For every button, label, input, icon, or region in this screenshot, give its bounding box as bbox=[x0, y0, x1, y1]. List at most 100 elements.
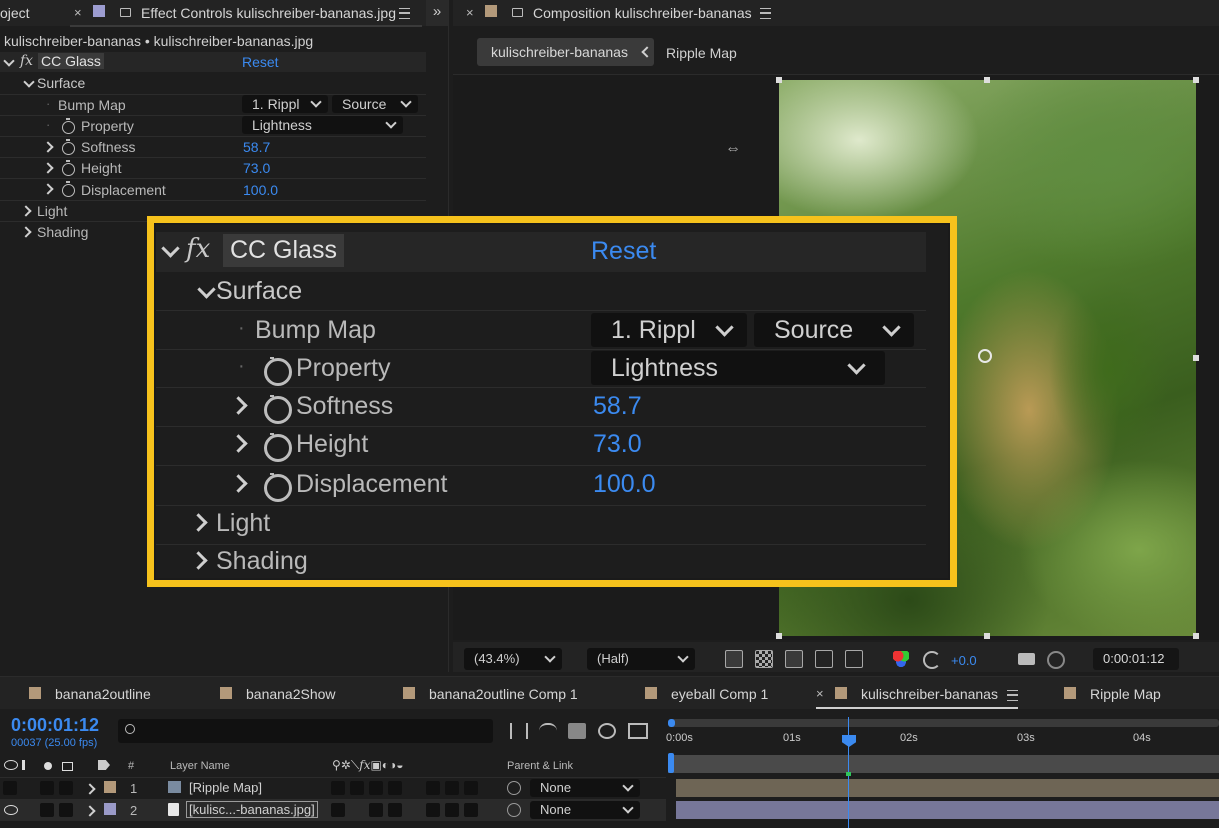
surface-chevron-icon[interactable] bbox=[23, 76, 35, 88]
switch-cell[interactable] bbox=[388, 781, 402, 795]
tab-banana2outline[interactable]: banana2outline bbox=[55, 686, 151, 702]
close-icon[interactable]: × bbox=[816, 686, 824, 701]
layer-name[interactable]: [kulisc...-bananas.jpg] bbox=[186, 801, 318, 818]
switch-cell[interactable] bbox=[331, 803, 345, 817]
lock-toggle[interactable] bbox=[59, 781, 73, 795]
zoom-dropdown[interactable]: (43.4%) bbox=[464, 648, 562, 670]
comp-timecode[interactable]: 0:00:01:12 bbox=[1093, 648, 1179, 670]
close-icon[interactable]: × bbox=[466, 5, 474, 20]
stopwatch-icon[interactable] bbox=[264, 473, 292, 502]
label-color[interactable] bbox=[104, 781, 116, 793]
comp-flowchart-icon[interactable] bbox=[510, 723, 528, 739]
lock-icon[interactable] bbox=[120, 8, 131, 17]
switch-cell[interactable] bbox=[445, 781, 459, 795]
reset-link[interactable]: Reset bbox=[591, 237, 656, 266]
fast-previews-icon[interactable] bbox=[725, 650, 743, 668]
eye-icon[interactable] bbox=[4, 805, 18, 815]
time-navigator[interactable] bbox=[670, 719, 1219, 727]
show-snapshot-icon[interactable] bbox=[1047, 651, 1065, 669]
reset-exposure-icon[interactable] bbox=[923, 651, 941, 669]
bump-map-source-dropdown[interactable]: Source bbox=[332, 95, 418, 113]
shading-label[interactable]: Shading bbox=[216, 547, 308, 576]
work-area-start[interactable] bbox=[668, 719, 675, 727]
stopwatch-icon[interactable] bbox=[62, 118, 75, 134]
parent-dropdown[interactable]: None bbox=[530, 779, 640, 797]
stopwatch-icon[interactable] bbox=[62, 160, 75, 176]
timeline-timecode[interactable]: 0:00:01:12 bbox=[11, 715, 99, 736]
transform-handle[interactable] bbox=[1193, 77, 1199, 83]
transform-handle[interactable] bbox=[984, 77, 990, 83]
stopwatch-icon[interactable] bbox=[264, 357, 292, 386]
chevron-right-icon[interactable] bbox=[42, 183, 54, 195]
transform-handle[interactable] bbox=[776, 633, 782, 639]
softness-value[interactable]: 58.7 bbox=[243, 139, 270, 155]
transparency-grid-icon[interactable] bbox=[755, 650, 773, 668]
crumb-ripple-map[interactable]: Ripple Map bbox=[666, 45, 737, 61]
property-dropdown[interactable]: Lightness bbox=[242, 116, 403, 134]
switch-cell[interactable] bbox=[426, 781, 440, 795]
light-label[interactable]: Light bbox=[216, 509, 270, 538]
switch-cell[interactable] bbox=[388, 803, 402, 817]
switch-cell[interactable] bbox=[331, 781, 345, 795]
frame-blending-icon[interactable] bbox=[568, 723, 586, 739]
height-value[interactable]: 73.0 bbox=[243, 160, 270, 176]
tab-banana2outline-comp-1[interactable]: banana2outline Comp 1 bbox=[429, 686, 578, 702]
pickwhip-icon[interactable] bbox=[507, 803, 521, 817]
crumb-active[interactable]: kulischreiber-bananas bbox=[477, 38, 654, 66]
displacement-value[interactable]: 100.0 bbox=[243, 182, 278, 198]
close-icon[interactable]: × bbox=[74, 5, 82, 20]
graph-editor-icon[interactable] bbox=[628, 723, 648, 739]
transform-handle[interactable] bbox=[776, 77, 782, 83]
transform-handle[interactable] bbox=[1193, 355, 1199, 361]
chevron-right-icon[interactable] bbox=[20, 226, 32, 238]
region-of-interest-icon[interactable] bbox=[815, 650, 833, 668]
reset-link[interactable]: Reset bbox=[242, 54, 279, 70]
parent-dropdown[interactable]: None bbox=[530, 801, 640, 819]
bump-map-source-dropdown[interactable]: Source bbox=[754, 313, 914, 347]
lock-icon[interactable] bbox=[512, 8, 523, 17]
stopwatch-icon[interactable] bbox=[62, 181, 75, 197]
fx-icon[interactable]: fx bbox=[186, 234, 210, 264]
anchor-point-icon[interactable] bbox=[978, 349, 992, 363]
resize-arrows-icon[interactable]: ⇔ bbox=[725, 140, 741, 158]
stopwatch-icon[interactable] bbox=[62, 139, 75, 155]
solo-toggle[interactable] bbox=[40, 803, 54, 817]
tab-banana2show[interactable]: banana2Show bbox=[246, 686, 336, 702]
tab-effect-controls[interactable]: Effect Controls kulischreiber-bananas.jp… bbox=[141, 5, 396, 21]
tab-overflow-button[interactable]: » bbox=[426, 0, 448, 26]
shy-icon[interactable] bbox=[539, 723, 557, 739]
stopwatch-icon[interactable] bbox=[264, 433, 292, 462]
light-label[interactable]: Light bbox=[37, 203, 67, 219]
switch-cell[interactable] bbox=[350, 781, 364, 795]
switch-cell[interactable] bbox=[369, 803, 383, 817]
work-area-handle[interactable] bbox=[668, 753, 674, 773]
tab-kulischreiber-bananas[interactable]: kulischreiber-bananas bbox=[861, 686, 998, 702]
height-value[interactable]: 73.0 bbox=[593, 430, 642, 459]
layer-track-bar[interactable] bbox=[676, 801, 1219, 819]
switch-cell[interactable] bbox=[464, 803, 478, 817]
transform-handle[interactable] bbox=[1193, 633, 1199, 639]
stopwatch-icon[interactable] bbox=[264, 395, 292, 424]
effect-name[interactable]: CC Glass bbox=[38, 53, 104, 69]
exposure-value[interactable]: +0.0 bbox=[951, 653, 977, 668]
tab-project[interactable]: oject bbox=[0, 5, 30, 21]
switch-cell[interactable] bbox=[445, 803, 459, 817]
hamburger-icon[interactable] bbox=[1007, 690, 1018, 701]
resolution-dropdown[interactable]: (Half) bbox=[587, 648, 695, 670]
solo-toggle[interactable] bbox=[40, 781, 54, 795]
tab-composition[interactable]: Composition kulischreiber-bananas bbox=[533, 5, 752, 21]
switch-cell[interactable] bbox=[464, 781, 478, 795]
transform-handle[interactable] bbox=[984, 633, 990, 639]
chevron-right-icon[interactable] bbox=[20, 205, 32, 217]
effect-name[interactable]: CC Glass bbox=[223, 234, 344, 267]
chevron-right-icon[interactable] bbox=[42, 141, 54, 153]
switch-cell[interactable] bbox=[426, 803, 440, 817]
property-dropdown[interactable]: Lightness bbox=[591, 351, 885, 385]
chevron-right-icon[interactable] bbox=[42, 162, 54, 174]
pickwhip-icon[interactable] bbox=[507, 781, 521, 795]
bump-map-dropdown[interactable]: 1. Rippl bbox=[591, 313, 747, 347]
work-area-bar[interactable] bbox=[668, 755, 1219, 773]
tab-ripple-map[interactable]: Ripple Map bbox=[1090, 686, 1161, 702]
fx-icon[interactable]: fx bbox=[20, 53, 33, 69]
color-channels-icon[interactable] bbox=[893, 651, 909, 667]
